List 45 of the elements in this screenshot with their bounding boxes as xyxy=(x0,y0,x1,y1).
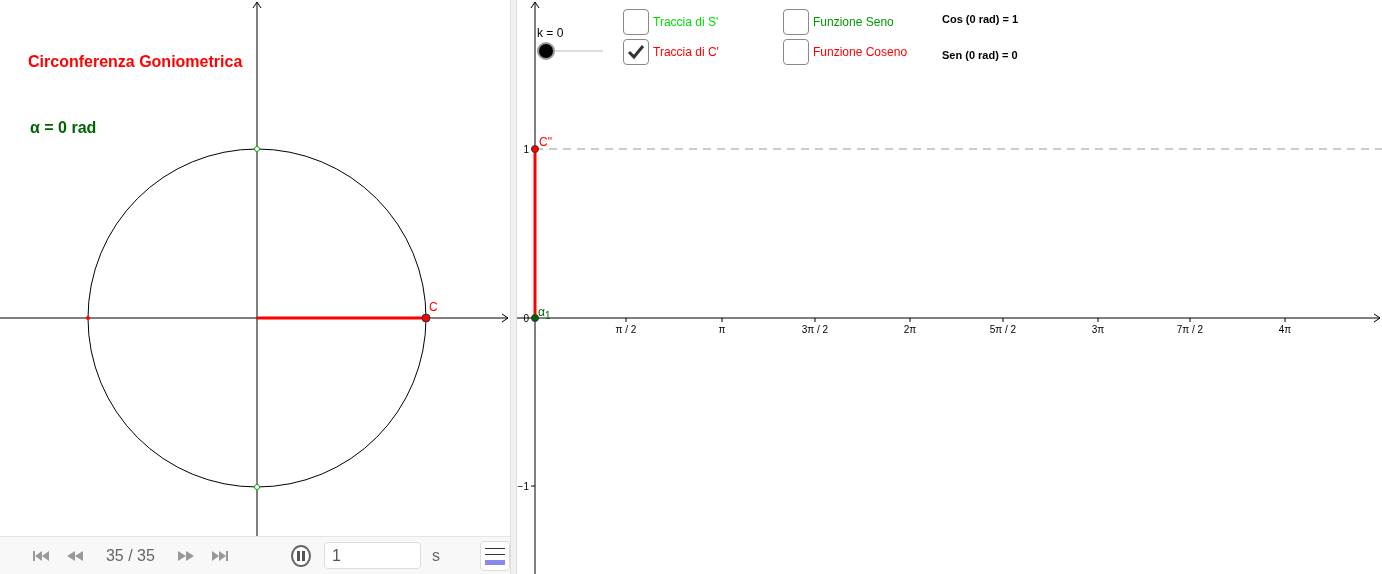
tick-label: 3π / 2 xyxy=(801,324,829,335)
point-label: C xyxy=(429,300,438,314)
skip-forward-icon xyxy=(211,550,228,561)
value-readout: Sen (0 rad) = 0 xyxy=(942,49,1019,61)
circle-point xyxy=(86,316,90,320)
tick-label: 1 xyxy=(523,144,529,155)
graph-point xyxy=(531,314,539,322)
tick-label: π xyxy=(718,324,726,335)
graph-point xyxy=(531,145,539,153)
checkbox-label: Funzione Coseno xyxy=(813,45,908,59)
step-counter: 35 / 35 xyxy=(105,546,155,565)
slider-label: k = 0 xyxy=(537,26,564,40)
tick-label: −1 xyxy=(517,481,529,492)
value-readout: Cos (0 rad) = 1 xyxy=(942,13,1019,25)
checkbox[interactable] xyxy=(623,9,649,35)
point-label: C" xyxy=(539,135,552,149)
circle-point xyxy=(254,146,260,152)
circle-point xyxy=(254,484,260,490)
tick-label: 0 xyxy=(523,313,529,324)
skip-back-icon xyxy=(33,550,49,561)
checkbox[interactable] xyxy=(783,9,809,35)
algebra-button[interactable] xyxy=(480,540,510,571)
checkmark-icon xyxy=(627,44,645,60)
slider-thumb[interactable] xyxy=(537,42,555,60)
pause-icon xyxy=(295,550,306,561)
tick-label: 5π / 2 xyxy=(989,324,1017,335)
speed-field[interactable]: 1 xyxy=(324,542,421,569)
point-label: α$_{1}$ xyxy=(538,305,551,319)
checkbox[interactable] xyxy=(623,39,649,65)
speed-unit: s xyxy=(432,546,440,565)
angle-label: α = 0 rad xyxy=(30,119,97,136)
checkbox[interactable] xyxy=(783,39,809,65)
pause-button[interactable] xyxy=(290,544,311,567)
fast-forward-icon xyxy=(177,550,194,561)
checkbox-label: Traccia di C' xyxy=(653,45,719,59)
tick-label: π / 2 xyxy=(615,324,637,335)
tick-label: 3π xyxy=(1091,324,1105,335)
checkbox-label: Traccia di S' xyxy=(653,15,719,29)
title: Circonferenza Goniometrica xyxy=(28,53,243,70)
circle-point xyxy=(421,313,431,323)
tick-label: 7π / 2 xyxy=(1176,324,1204,335)
rewind-icon xyxy=(66,550,83,561)
checkbox-label: Funzione Seno xyxy=(813,15,894,29)
tick-label: 2π xyxy=(903,324,917,335)
tick-label: 4π xyxy=(1278,324,1292,335)
